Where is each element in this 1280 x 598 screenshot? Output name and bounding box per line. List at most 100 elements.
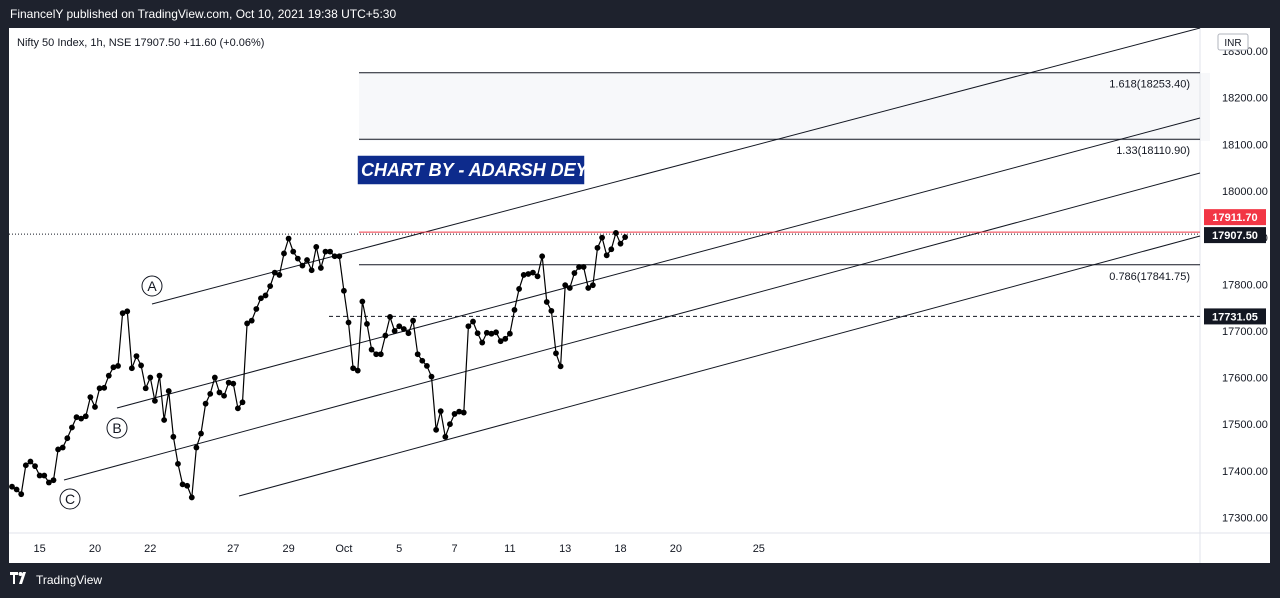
price-point bbox=[299, 262, 306, 269]
x-tick-label: 29 bbox=[282, 543, 294, 555]
channel-line[interactable] bbox=[63, 172, 1201, 481]
x-tick-label: 20 bbox=[89, 543, 101, 555]
price-point bbox=[341, 287, 347, 294]
price-point bbox=[22, 462, 29, 469]
wave-marker-label: B bbox=[112, 420, 121, 436]
channel-line[interactable] bbox=[238, 235, 1201, 497]
price-point bbox=[543, 299, 550, 305]
price-point bbox=[147, 374, 154, 381]
watermark-box: CHART BY - ADARSH DEY bbox=[356, 154, 590, 186]
price-point bbox=[50, 477, 57, 484]
price-point bbox=[566, 285, 573, 291]
price-point bbox=[474, 330, 481, 337]
price-point bbox=[27, 458, 34, 465]
price-point bbox=[622, 234, 629, 241]
fib-level-label: 1.618(18253.40) bbox=[1109, 79, 1190, 91]
wave-marker-label: C bbox=[65, 491, 75, 507]
price-tag: 17911.70 bbox=[1204, 209, 1266, 226]
price-point bbox=[138, 362, 144, 369]
fib-level-label: 1.33(18110.90) bbox=[1116, 145, 1190, 157]
price-point bbox=[414, 351, 421, 358]
y-tick-label: 17400.00 bbox=[1222, 466, 1268, 478]
price-point bbox=[433, 426, 440, 433]
price-point bbox=[290, 248, 297, 255]
price-point bbox=[285, 235, 292, 242]
price-point bbox=[391, 328, 398, 334]
price-chart[interactable]: 17300.00 17400.00 17500.00 17600.00 17700.00… bbox=[9, 27, 1270, 563]
price-point bbox=[248, 317, 255, 324]
wave-marker[interactable]: C bbox=[59, 488, 81, 510]
price-point bbox=[317, 265, 324, 271]
channel-line[interactable] bbox=[116, 117, 1201, 409]
currency-badge[interactable]: INR bbox=[1217, 33, 1249, 51]
price-point bbox=[419, 357, 426, 364]
price-point bbox=[221, 392, 227, 399]
price-point bbox=[18, 491, 25, 498]
price-point bbox=[202, 400, 209, 407]
price-point bbox=[161, 417, 168, 423]
price-point bbox=[534, 273, 541, 280]
price-point bbox=[580, 264, 587, 270]
price-tag: 17731.05 bbox=[1204, 308, 1266, 325]
fib-zone bbox=[359, 73, 1210, 141]
price-point bbox=[516, 286, 522, 292]
x-tick-label: 22 bbox=[144, 543, 156, 555]
x-tick-label: Oct bbox=[335, 543, 352, 555]
x-tick-label: 5 bbox=[396, 543, 402, 555]
bottom-bar bbox=[0, 563, 1280, 598]
price-point bbox=[308, 267, 315, 274]
y-tick-label: 17300.00 bbox=[1222, 513, 1268, 525]
price-tag-label: 17731.05 bbox=[1212, 311, 1258, 323]
tradingview-brand[interactable]: TradingView bbox=[10, 572, 102, 587]
y-tick-label: 17600.00 bbox=[1222, 373, 1268, 385]
price-point bbox=[553, 350, 559, 357]
price-point bbox=[493, 329, 499, 336]
price-point bbox=[530, 269, 536, 276]
price-point bbox=[184, 482, 191, 489]
currency-label: INR bbox=[1224, 38, 1241, 49]
price-point bbox=[188, 494, 195, 501]
x-tick-label: 7 bbox=[451, 543, 457, 555]
price-point bbox=[617, 240, 624, 247]
wave-marker[interactable]: B bbox=[106, 417, 128, 439]
price-point bbox=[613, 230, 619, 236]
price-point bbox=[608, 246, 615, 253]
y-tick-label: 18000.00 bbox=[1222, 186, 1268, 198]
price-point bbox=[82, 413, 89, 420]
y-tick-label: 17800.00 bbox=[1222, 279, 1268, 291]
wave-marker[interactable]: A bbox=[141, 275, 163, 297]
price-point bbox=[92, 404, 98, 410]
x-tick-label: 27 bbox=[227, 543, 239, 555]
price-point bbox=[105, 372, 112, 379]
price-point bbox=[539, 253, 546, 260]
price-point bbox=[368, 346, 375, 353]
price-point bbox=[59, 444, 66, 451]
channel-line[interactable] bbox=[151, 27, 1201, 305]
x-tick-label: 25 bbox=[753, 543, 765, 555]
price-point bbox=[447, 421, 453, 428]
wave-marker-label: A bbox=[147, 278, 157, 294]
price-point bbox=[69, 424, 75, 431]
price-point bbox=[470, 318, 476, 325]
price-point bbox=[327, 248, 333, 255]
price-point bbox=[479, 339, 486, 346]
price-point bbox=[502, 335, 509, 342]
chart-area[interactable]: 17300.00 17400.00 17500.00 17600.00 17700.00… bbox=[9, 27, 1270, 563]
price-point bbox=[207, 390, 214, 397]
chart-title: Nifty 50 Index, 1h, NSE 17907.50 +11.60 … bbox=[17, 37, 264, 49]
tradingview-logo-icon bbox=[10, 572, 30, 587]
price-point bbox=[281, 250, 287, 257]
price-point bbox=[599, 234, 605, 241]
price-point bbox=[239, 399, 246, 406]
price-point bbox=[313, 244, 320, 250]
price-point bbox=[64, 435, 71, 442]
price-point bbox=[336, 253, 343, 260]
y-tick-label: 17500.00 bbox=[1222, 419, 1268, 431]
price-point bbox=[128, 365, 135, 372]
x-tick-label: 18 bbox=[614, 543, 626, 555]
price-tag-label: 17907.50 bbox=[1212, 230, 1258, 242]
price-point bbox=[304, 257, 310, 263]
price-point bbox=[133, 353, 140, 359]
price-point bbox=[101, 384, 108, 391]
price-point bbox=[156, 372, 163, 379]
